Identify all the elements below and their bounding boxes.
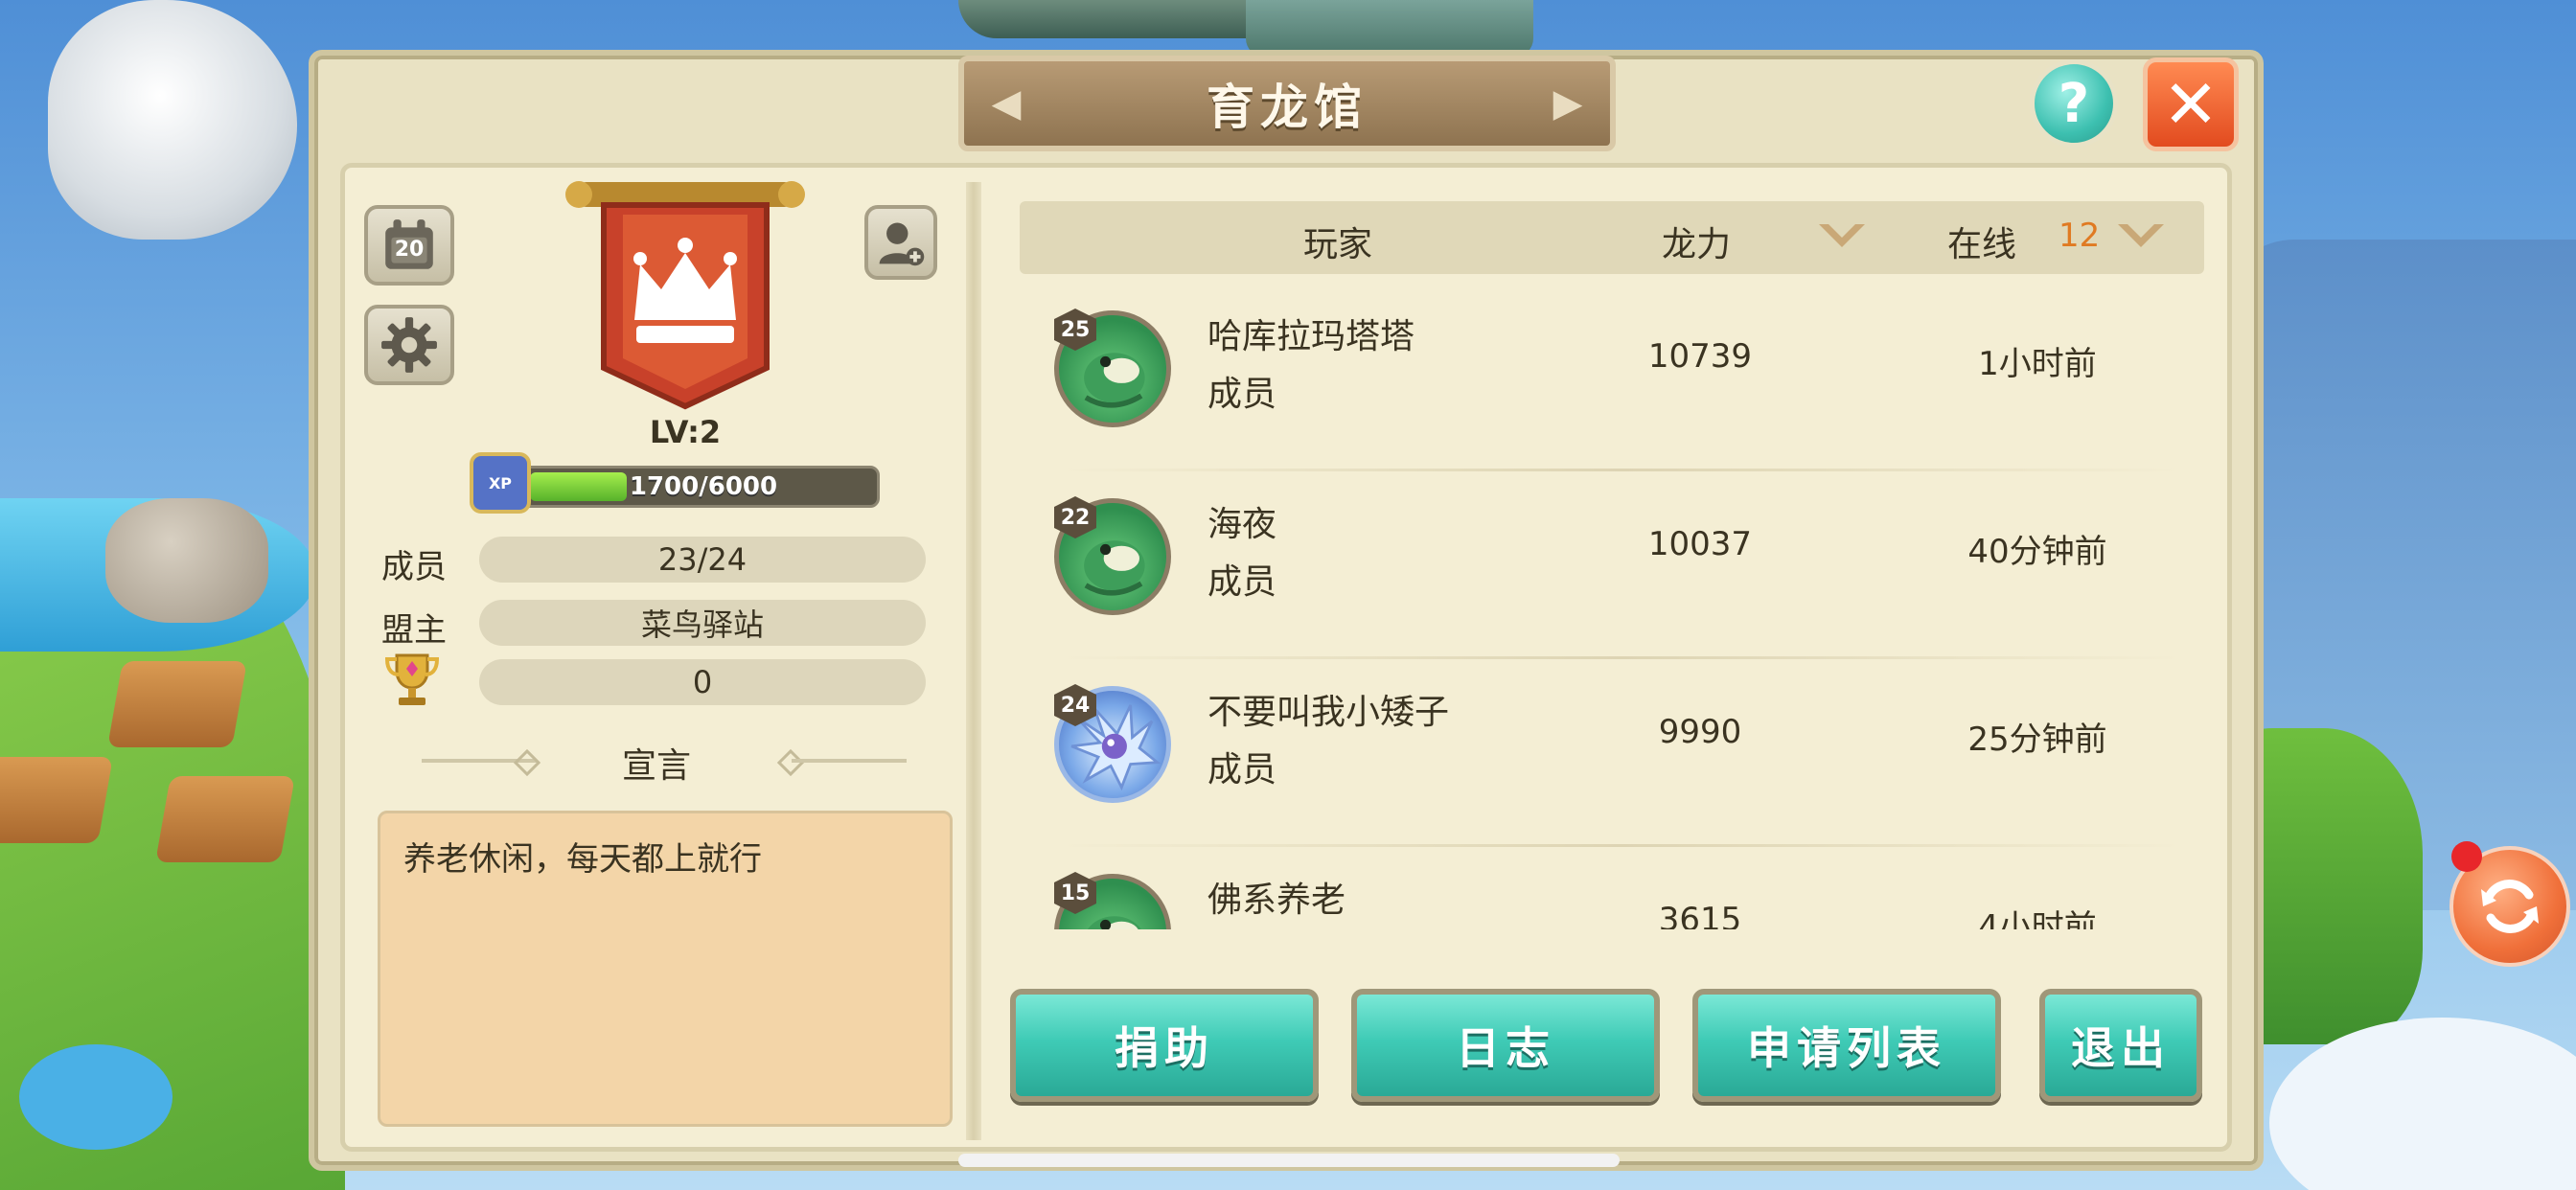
add-user-icon bbox=[879, 222, 925, 266]
member-row[interactable]: 15 佛系养老 成员 3615 4小时前 bbox=[1020, 847, 2204, 929]
motto-text: 养老休闲，每天都上就行 bbox=[378, 811, 953, 1127]
leader-label: 盟主 bbox=[381, 611, 447, 650]
player-power: 3615 bbox=[1658, 901, 1742, 929]
help-button[interactable]: ? bbox=[2030, 59, 2118, 148]
trophy-value: 0 bbox=[479, 659, 926, 705]
log-button[interactable]: 日志 bbox=[1351, 989, 1660, 1102]
player-last-online: 4小时前 bbox=[1978, 908, 2097, 929]
gear-icon bbox=[381, 317, 437, 373]
player-role: 成员 bbox=[1208, 375, 1277, 414]
home-indicator[interactable] bbox=[958, 1154, 1620, 1167]
exit-guild-button[interactable]: 退出 bbox=[2039, 989, 2202, 1102]
bg-hut bbox=[0, 757, 113, 843]
player-name: 海夜 bbox=[1208, 505, 1277, 544]
player-last-online: 25分钟前 bbox=[1967, 721, 2107, 759]
motto-divider-right bbox=[792, 759, 907, 763]
column-divider bbox=[966, 182, 981, 1140]
sort-power-chevron-down-icon[interactable] bbox=[1813, 218, 1871, 253]
player-power: 10739 bbox=[1647, 337, 1753, 376]
settings-button[interactable] bbox=[364, 305, 454, 385]
members-value: 23/24 bbox=[479, 537, 926, 583]
member-list-header bbox=[1020, 201, 2204, 274]
calendar-day: 20 bbox=[394, 238, 425, 262]
title-ornament-left-icon: ◀ bbox=[991, 81, 1022, 126]
header-player: 玩家 bbox=[1303, 225, 1373, 264]
xp-star-icon: XP bbox=[470, 452, 531, 514]
player-name: 哈库拉玛塔塔 bbox=[1208, 317, 1415, 356]
leader-value: 菜鸟驿站 bbox=[479, 600, 926, 646]
title-ornament-right-icon: ▶ bbox=[1552, 81, 1583, 126]
donate-button[interactable]: 捐助 bbox=[1010, 989, 1319, 1102]
calendar-button[interactable]: 20 bbox=[364, 205, 454, 286]
player-last-online: 40分钟前 bbox=[1967, 533, 2107, 571]
members-label: 成员 bbox=[381, 548, 447, 586]
player-power: 9990 bbox=[1658, 713, 1742, 751]
apply-list-button[interactable]: 申请列表 bbox=[1692, 989, 2001, 1102]
page-title: 育龙馆 bbox=[1207, 80, 1368, 135]
player-name: 不要叫我小矮子 bbox=[1208, 693, 1450, 732]
sort-online-chevron-down-icon[interactable] bbox=[2112, 218, 2170, 253]
player-power: 10037 bbox=[1647, 525, 1753, 563]
player-role: 成员 bbox=[1208, 562, 1277, 602]
close-button[interactable]: ✕ bbox=[2143, 57, 2239, 151]
bg-pond bbox=[19, 1044, 172, 1150]
notification-dot bbox=[2451, 841, 2482, 872]
bg-hut bbox=[107, 661, 247, 747]
member-row[interactable]: 24 不要叫我小矮子 成员 9990 25分钟前 bbox=[1020, 659, 2204, 847]
guild-level: LV:2 bbox=[649, 414, 722, 450]
bg-rock bbox=[105, 498, 268, 623]
bg-tower bbox=[1246, 0, 1533, 57]
xp-progress-text: 1700/6000 bbox=[629, 472, 778, 501]
online-count: 12 bbox=[2058, 217, 2101, 255]
xp-progress-bar: 1700/6000 bbox=[489, 466, 880, 508]
trophy-icon bbox=[384, 653, 440, 705]
player-last-online: 1小时前 bbox=[1978, 345, 2097, 383]
member-row[interactable]: 22 海夜 成员 10037 40分钟前 bbox=[1020, 471, 2204, 659]
member-list[interactable]: 25 哈库拉玛塔塔 成员 10739 1小时前 22 海夜 成员 10037 4… bbox=[1020, 284, 2204, 929]
refresh-icon bbox=[2481, 880, 2539, 933]
header-online: 在线 bbox=[1947, 225, 2017, 264]
motto-title: 宣言 bbox=[621, 746, 691, 786]
member-row[interactable]: 25 哈库拉玛塔塔 成员 10739 1小时前 bbox=[1020, 284, 2204, 471]
bg-hut bbox=[155, 776, 295, 862]
header-power: 龙力 bbox=[1662, 225, 1732, 264]
guild-banner-icon bbox=[565, 181, 805, 410]
title-plate: ◀ 育龙馆 ▶ bbox=[958, 56, 1616, 151]
player-name: 佛系养老 bbox=[1208, 881, 1346, 920]
player-role: 成员 bbox=[1208, 750, 1277, 790]
add-member-button[interactable] bbox=[864, 205, 937, 280]
